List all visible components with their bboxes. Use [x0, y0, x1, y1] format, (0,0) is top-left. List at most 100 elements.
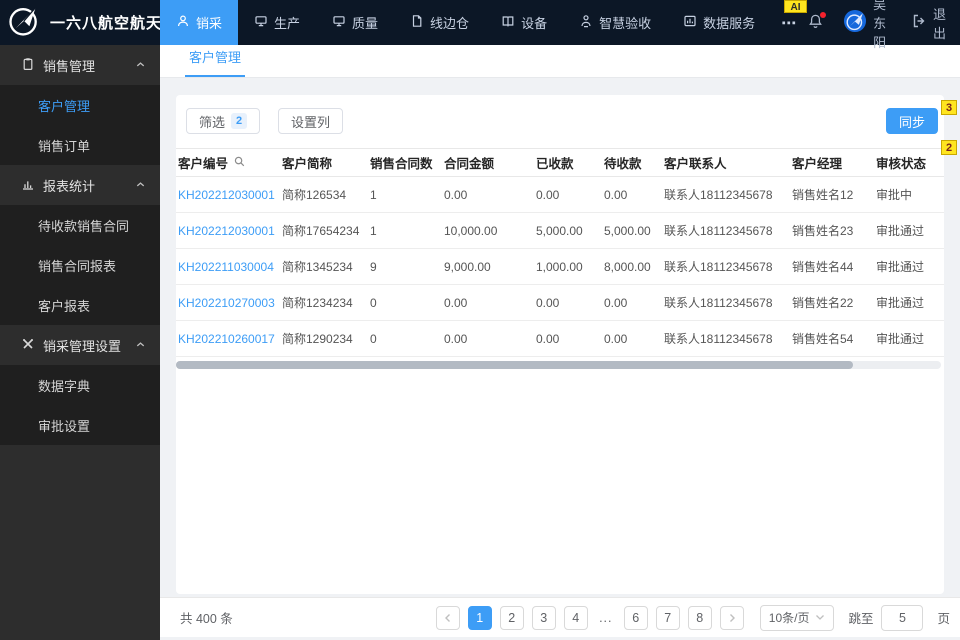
sidebar-section-label: 销售管理	[43, 58, 96, 74]
cell: 联系人18112345678	[662, 176, 790, 213]
set-columns-button[interactable]: 设置列	[278, 108, 344, 134]
col-contact: 客户联系人	[662, 148, 790, 177]
nav-item-quality[interactable]: 质量	[316, 0, 394, 45]
table-toolbar: 筛选 2 设置列 同步	[176, 95, 944, 148]
cell: 联系人18112345678	[662, 284, 790, 321]
cell: 联系人18112345678	[662, 320, 790, 357]
table-row: KH202212030001 简称17654234 1 10,000.00 5,…	[176, 212, 944, 249]
cell: 联系人18112345678	[662, 248, 790, 285]
customer-id-link[interactable]: KH202210270003	[176, 284, 280, 321]
filter-button[interactable]: 筛选 2	[186, 108, 261, 134]
cell: 5,000.00	[602, 212, 662, 249]
logout-button[interactable]: 退出	[911, 4, 946, 42]
notification-bell-icon[interactable]	[807, 11, 827, 33]
page-ellipsis[interactable]: ...	[596, 611, 616, 625]
status-cell: 审批通过	[874, 320, 944, 357]
scrollbar-thumb[interactable]	[176, 361, 854, 369]
page-button-8[interactable]: 8	[687, 605, 712, 630]
jump-page-input[interactable]	[881, 604, 924, 631]
col-contract-amount: 合同金额	[442, 148, 534, 177]
page-button-7[interactable]: 7	[655, 605, 680, 630]
nav-item-label: 数据服务	[703, 16, 756, 31]
tools-icon	[21, 337, 35, 354]
user-menu[interactable]: 吴东阳	[842, 0, 893, 51]
prev-page-button[interactable]	[435, 605, 460, 630]
customer-id-link[interactable]: KH202212030001	[176, 176, 280, 213]
filter-button-label: 筛选	[199, 114, 226, 130]
page-button-3[interactable]: 3	[531, 605, 556, 630]
col-customer-id: 客户编号	[176, 148, 280, 177]
sidebar-item-data-dictionary[interactable]: 数据字典	[0, 365, 160, 405]
table-row: KH202210270003 简称1234234 0 0.00 0.00 0.0…	[176, 284, 944, 321]
chevron-up-icon	[135, 338, 146, 353]
col-pending: 待收款	[602, 148, 662, 177]
customer-id-link[interactable]: KH202211030004	[176, 248, 280, 285]
user-icon	[176, 14, 190, 31]
cell: 简称126534	[280, 176, 368, 213]
cell: 9,000.00	[442, 248, 534, 285]
col-received: 已收款	[534, 148, 602, 177]
cell: 5,000.00	[534, 212, 602, 249]
page-button-4[interactable]: 4	[563, 605, 588, 630]
customer-table: 客户编号 客户简称 销售合同数 合同金额 已收款 待收款 客户联系人 客户经理 …	[176, 148, 944, 357]
nav-item-smart-acceptance[interactable]: 智慧验收	[563, 0, 667, 45]
cell: 0.00	[534, 284, 602, 321]
page-button-2[interactable]: 2	[499, 605, 524, 630]
status-cell: 审批通过	[874, 212, 944, 249]
sidebar-section-label: 报表统计	[43, 178, 96, 194]
clipboard-icon	[21, 57, 35, 74]
annotation-badge-2: 2	[941, 140, 957, 155]
customer-id-link[interactable]: KH202212030001	[176, 212, 280, 249]
nav-item-production[interactable]: 生产	[238, 0, 316, 45]
main-area: 客户管理 筛选 2 设置列 同步 客户编号 客户简称 销售合同数 合同金额 已收…	[160, 45, 960, 640]
search-icon[interactable]	[233, 155, 246, 171]
tab-customer-management[interactable]: 客户管理	[185, 47, 246, 77]
content-area: 筛选 2 设置列 同步 客户编号 客户简称 销售合同数 合同金额 已收款 待收款…	[160, 78, 960, 597]
sidebar-item-sales-orders[interactable]: 销售订单	[0, 125, 160, 165]
nav-item-label: 质量	[352, 16, 379, 31]
monitor-icon	[254, 14, 268, 31]
top-navbar: 一六八航空航天 销采 生产 质量 线边仓 设备 智慧验收 数据服务 ⋯ 吴东阳 …	[0, 0, 960, 50]
cell: 1	[368, 212, 442, 249]
sidebar-item-approval-settings[interactable]: 审批设置	[0, 405, 160, 445]
filter-count-badge: 2	[231, 113, 248, 129]
cell: 0.00	[442, 320, 534, 357]
page-button-6[interactable]: 6	[623, 605, 648, 630]
primary-nav: 销采 生产 质量 线边仓 设备 智慧验收 数据服务 ⋯	[160, 0, 807, 45]
monitor-icon	[332, 14, 346, 31]
page-button-1[interactable]: 1	[467, 605, 492, 630]
sidebar-item-customer-management[interactable]: 客户管理	[0, 85, 160, 125]
customer-id-link[interactable]: KH202210260017	[176, 320, 280, 357]
book-icon	[501, 14, 515, 31]
sidebar-section-settings[interactable]: 销采管理设置	[0, 325, 160, 365]
nav-item-equipment[interactable]: 设备	[485, 0, 563, 45]
nav-item-data-services[interactable]: 数据服务	[667, 0, 771, 45]
cell: 简称1290234	[280, 320, 368, 357]
cell: 1	[368, 176, 442, 213]
avatar	[842, 8, 868, 37]
nav-item-label: 智慧验收	[599, 16, 652, 31]
cell: 9	[368, 248, 442, 285]
horizontal-scrollbar[interactable]	[176, 361, 941, 369]
sidebar-item-sales-contract-report[interactable]: 销售合同报表	[0, 245, 160, 285]
brand-logo-icon	[6, 2, 42, 43]
tab-bar: 客户管理	[160, 45, 960, 78]
nav-item-line-warehouse[interactable]: 线边仓	[394, 0, 485, 45]
sidebar: 销售管理 客户管理 销售订单 报表统计 待收款销售合同 销售合同报表 客户报表 …	[0, 45, 160, 640]
navbar-right: 吴东阳 退出	[807, 0, 960, 50]
next-page-button[interactable]	[719, 605, 744, 630]
page-size-select[interactable]: 10条/页	[759, 604, 835, 631]
sidebar-section-sales-management[interactable]: 销售管理	[0, 45, 160, 85]
pagination: 1 2 3 4 ... 6 7 8 10条/页 跳至 页	[435, 604, 950, 631]
cell: 0.00	[602, 320, 662, 357]
table-row: KH202210260017 简称1290234 0 0.00 0.00 0.0…	[176, 320, 944, 357]
sidebar-section-report-statistics[interactable]: 报表统计	[0, 165, 160, 205]
cell: 简称17654234	[280, 212, 368, 249]
sidebar-item-receivable-contracts[interactable]: 待收款销售合同	[0, 205, 160, 245]
set-columns-label: 设置列	[291, 114, 331, 130]
sync-button[interactable]: 同步	[885, 108, 938, 134]
nav-item-sales-procurement[interactable]: 销采	[160, 0, 239, 45]
jump-to-label: 跳至	[848, 612, 874, 626]
sidebar-filler	[0, 445, 160, 640]
sidebar-item-customer-report[interactable]: 客户报表	[0, 285, 160, 325]
